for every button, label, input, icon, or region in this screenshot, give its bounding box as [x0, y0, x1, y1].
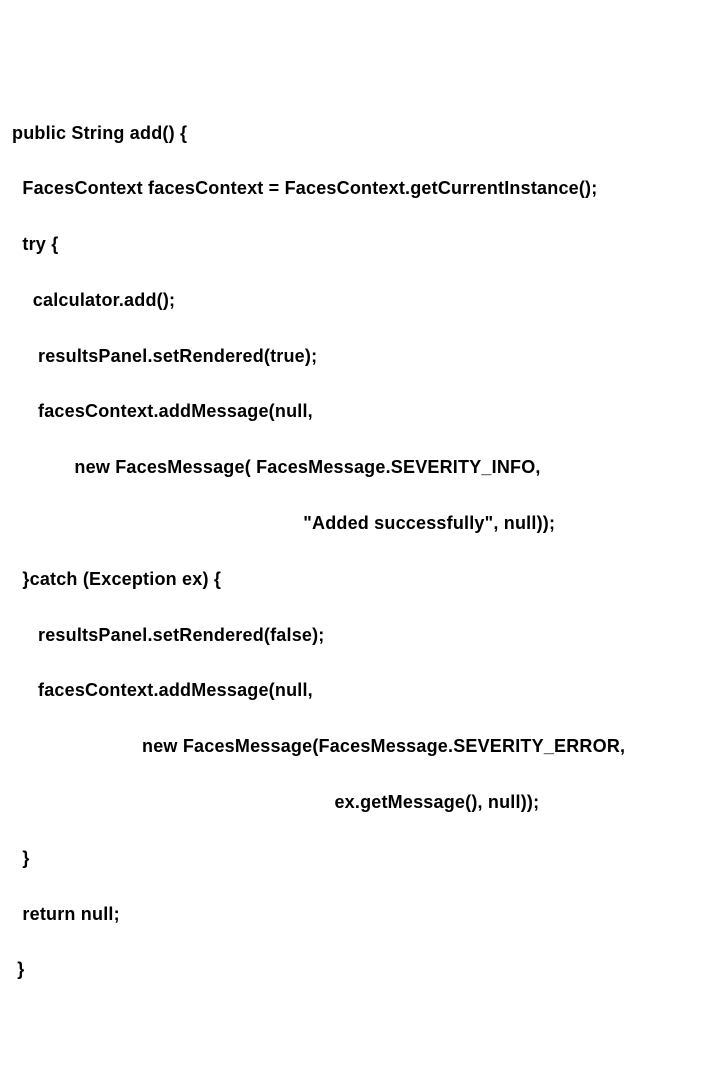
code-line: try { [12, 231, 720, 259]
code-line: calculator.add(); [12, 287, 720, 315]
code-line: resultsPanel.setRendered(true); [12, 343, 720, 371]
code-line: "Added successfully", null)); [12, 510, 720, 538]
code-line: public String add() { [12, 120, 720, 148]
code-line: }catch (Exception ex) { [12, 566, 720, 594]
code-line: resultsPanel.setRendered(false); [12, 622, 720, 650]
code-line: return null; [12, 901, 720, 929]
code-line: facesContext.addMessage(null, [12, 677, 720, 705]
code-line: new FacesMessage(FacesMessage.SEVERITY_E… [12, 733, 720, 761]
code-line: ex.getMessage(), null)); [12, 789, 720, 817]
code-line: } [12, 845, 720, 873]
code-line: new FacesMessage( FacesMessage.SEVERITY_… [12, 454, 720, 482]
code-line: } [12, 956, 720, 984]
code-line: FacesContext facesContext = FacesContext… [12, 175, 720, 203]
code-line: facesContext.addMessage(null, [12, 398, 720, 426]
